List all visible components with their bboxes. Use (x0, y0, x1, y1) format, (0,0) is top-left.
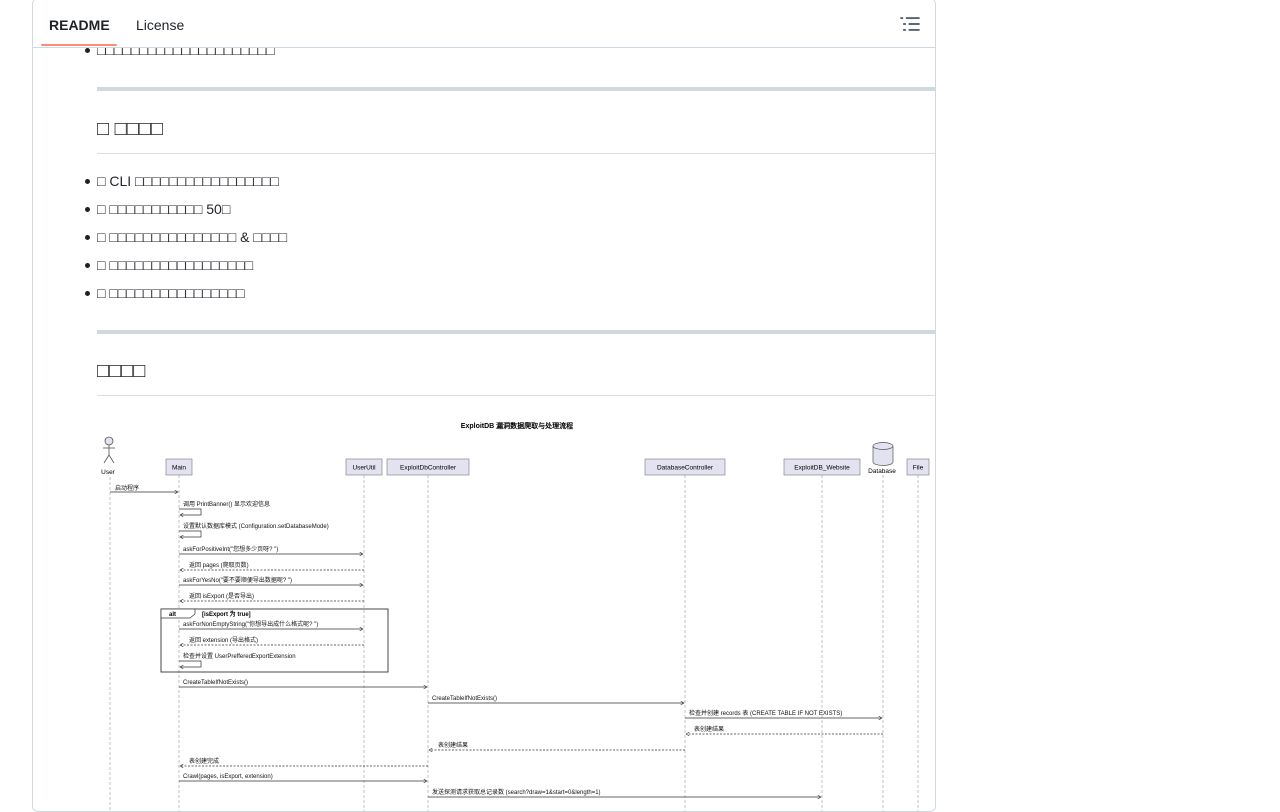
participant-user: User (101, 436, 116, 476)
active-tab-indicator (41, 44, 117, 46)
participant-label: UserUtil (352, 465, 376, 472)
horizontal-rule (97, 330, 935, 334)
messages: 启动程序 调用 PrintBanner() 显示欢迎信息 设置默认数据库模式 (… (110, 484, 883, 797)
alt-condition: [isExport 为 true] (202, 610, 251, 618)
diagram-title: ExploitDB 漏洞数据爬取与处理流程 (461, 421, 573, 430)
message-label: CreateTableIfNotExists() (183, 680, 248, 686)
message-label: 表创建完成 (189, 757, 219, 765)
outline-list-icon[interactable] (899, 13, 921, 35)
message-label: CreateTableIfNotExists() (432, 696, 497, 702)
participant-label: DatabaseController (657, 465, 714, 472)
message-label: 表创建结果 (694, 725, 724, 733)
message-label: askForYesNo("要不要顺便导出数据呢? ") (183, 576, 292, 584)
message-label: 设置默认数据库模式 (Configuration.setDatabaseMode… (183, 522, 329, 530)
section-heading-features: □ □□□□ (97, 118, 163, 140)
participant-website: ExploitDB_Website (783, 458, 861, 476)
participant-label: Database (868, 468, 896, 475)
message-label: askForNonEmptyString("你想导出成什么格式呢? ") (183, 620, 318, 628)
message-label: 发送探测请求获取总记录数 (search?draw=1&start=0&leng… (432, 788, 601, 796)
message-label: 启动程序 (115, 484, 139, 492)
message-label: 返回 extension (导出格式) (189, 636, 258, 644)
tab-license[interactable]: License (136, 15, 184, 35)
heading-divider (97, 153, 935, 154)
participant-label: File (913, 465, 924, 472)
message-label: 返回 isExport (是否导出) (189, 592, 254, 600)
message-label: 返回 pages (爬取页数) (189, 561, 249, 569)
sequence-diagram: ExploitDB 漏洞数据爬取与处理流程 User Main UserUtil… (101, 421, 930, 811)
section-heading-flow: □□□□ (97, 360, 146, 382)
participant-label: User (101, 469, 116, 476)
message-label: 检查并创建 records 表 (CREATE TABLE IF NOT EXI… (689, 709, 842, 717)
participant-userutil: UserUtil (345, 458, 383, 476)
heading-divider (97, 395, 935, 396)
participant-label: ExploitDbController (400, 465, 457, 472)
message-label: askForPositiveInt("您想多少页呀? ") (183, 545, 278, 553)
feature-item-4: □ □□□□□□□□□□□□□□□□□ (84, 257, 254, 273)
feature-item-5: □ □□□□□□□□□□□□□□□□ (85, 285, 245, 301)
participant-exploitdbcontroller: ExploitDbController (386, 458, 470, 476)
message-label: 表创建结果 (438, 741, 468, 749)
message-label: 调用 PrintBanner() 显示欢迎信息 (183, 500, 270, 508)
feature-item-1: □ CLI □□□□□□□□□□□□□□□□□ (85, 173, 279, 189)
readme-panel: □□□□□□□□□□□□□□□□□□□□□ □ □□□□ □ CLI □□□□□… (32, 0, 936, 812)
participant-label: ExploitDB_Website (794, 465, 850, 472)
participant-main: Main (165, 458, 193, 476)
participant-database: Database (868, 442, 896, 475)
participant-label: Main (172, 465, 186, 472)
readme-tabbar: README License (33, 0, 935, 48)
message-label: Crawl(pages, isExport, extension) (183, 774, 273, 780)
tab-readme[interactable]: README (49, 15, 110, 35)
horizontal-rule (97, 87, 935, 91)
participant-databasecontroller: DatabaseController (644, 458, 726, 476)
message-label: 检查并设置 UserPrefferedExportExtension (183, 652, 296, 660)
alt-label: alt (169, 612, 176, 618)
participant-file: File (906, 458, 930, 476)
feature-item-2: □ □□□□□□□□□□□ 50□ (84, 201, 231, 217)
feature-item-3: □ □□□□□□□□□□□□□□□ & □□□□ (84, 229, 288, 245)
